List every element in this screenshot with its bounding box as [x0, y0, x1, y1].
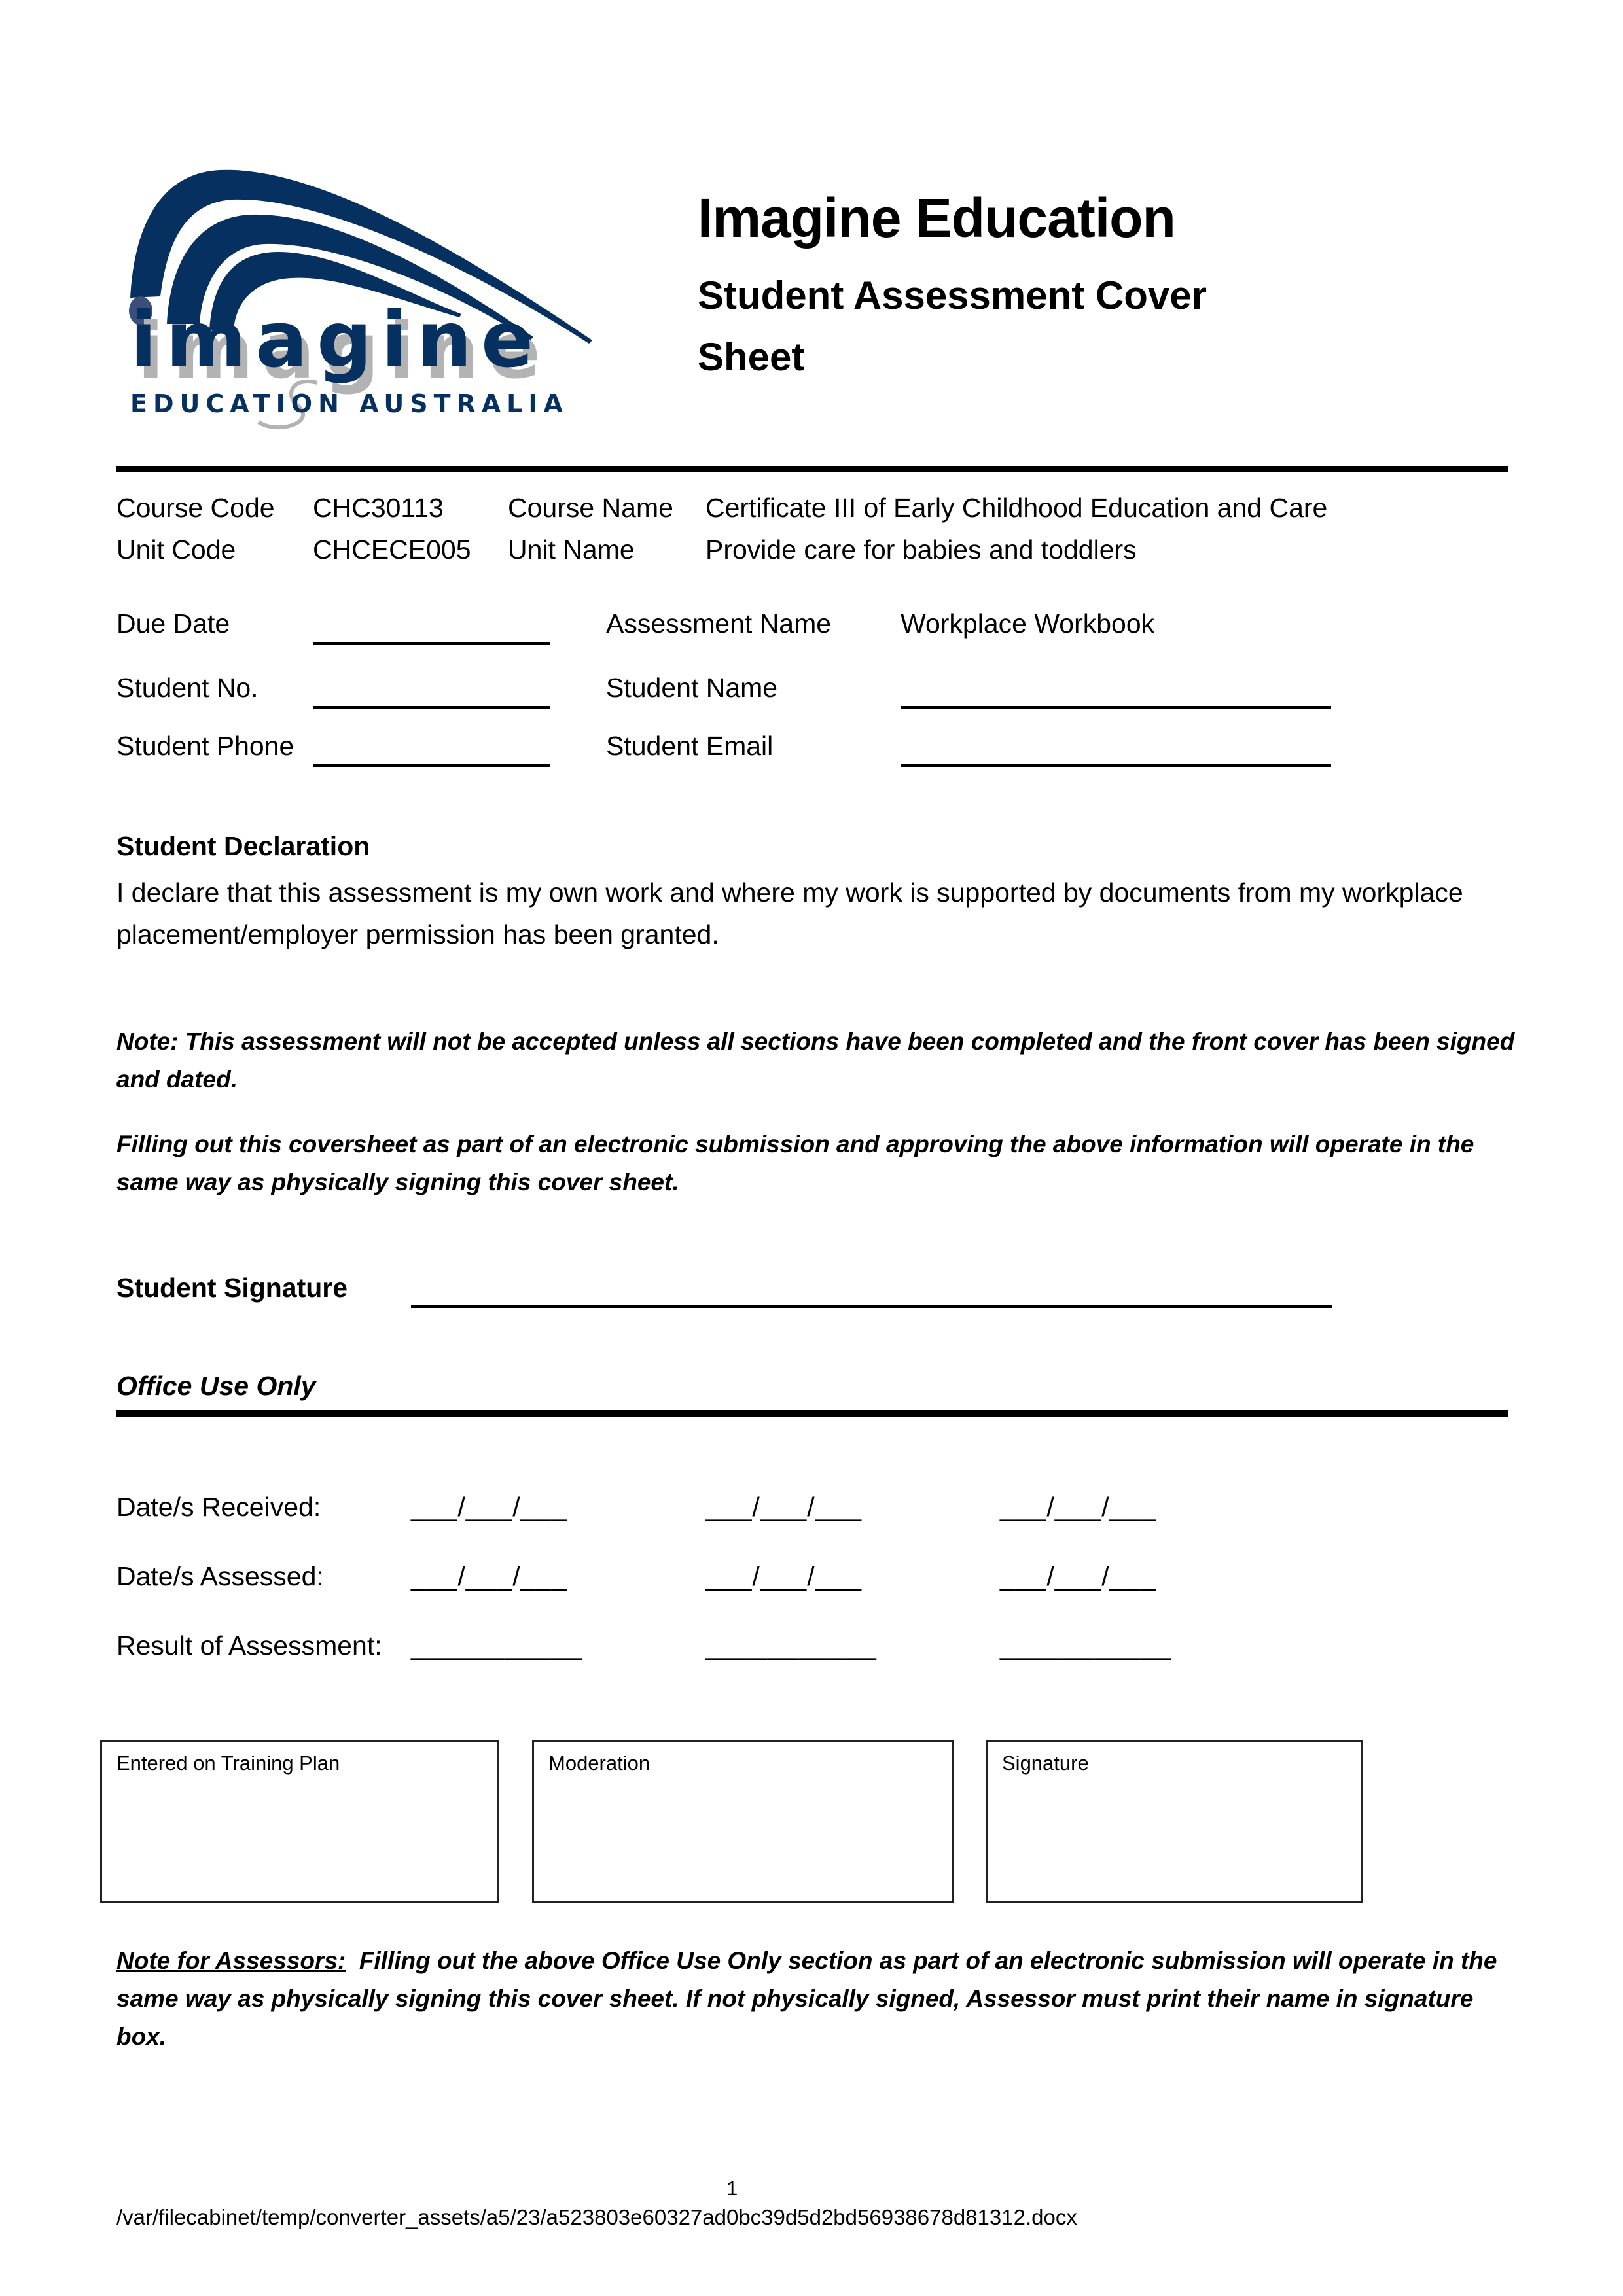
student-no-field[interactable] [313, 700, 550, 712]
assessment-name-label: Assessment Name [606, 609, 832, 639]
assessor-note-lead: Note for Assessors: [116, 1947, 346, 1974]
imagine-education-logo: imagine imagine EDUCATION AUSTRALIA [121, 147, 599, 432]
due-date-label: Due Date [116, 609, 230, 639]
assessment-name-value: Workplace Workbook [901, 609, 1155, 639]
student-signature-label: Student Signature [116, 1273, 348, 1303]
dates-assessed-label: Date/s Assessed: [116, 1561, 324, 1591]
student-phone-field[interactable] [313, 758, 550, 770]
student-email-underline [901, 764, 1331, 767]
result-2[interactable]: ___________ [705, 1631, 877, 1661]
student-email-label: Student Email [606, 731, 774, 761]
course-code-label: Course Code [116, 493, 275, 523]
date-received-2[interactable]: ___/___/___ [705, 1492, 862, 1523]
office-use-heading: Office Use Only [116, 1371, 316, 1401]
course-name-label: Course Name [508, 493, 673, 523]
due-date-field[interactable] [313, 636, 550, 648]
date-received-1[interactable]: ___/___/___ [411, 1492, 567, 1523]
declaration-text: I declare that this assessment is my own… [116, 877, 1463, 949]
logo-arcs-icon: imagine imagine EDUCATION AUSTRALIA [129, 169, 592, 430]
student-phone-label: Student Phone [116, 731, 294, 761]
header-divider [116, 466, 1508, 472]
dates-received-label: Date/s Received: [116, 1492, 321, 1522]
page-subtitle: Student Assessment Cover Sheet [698, 274, 1207, 379]
result-of-assessment-label: Result of Assessment: [116, 1631, 382, 1661]
unit-code-label: Unit Code [116, 535, 236, 565]
training-plan-box-label: Entered on Training Plan [116, 1752, 340, 1775]
office-use-divider [116, 1410, 1508, 1417]
date-received-3[interactable]: ___/___/___ [1000, 1492, 1156, 1523]
training-plan-box[interactable]: Entered on Training Plan [100, 1740, 499, 1903]
completion-note: Note: This assessment will not be accept… [116, 1028, 1515, 1093]
svg-text:imagine: imagine [130, 294, 543, 385]
result-1[interactable]: ___________ [411, 1631, 582, 1661]
page-number: 1 [726, 2177, 738, 2200]
assessor-signature-box-label: Signature [1002, 1752, 1089, 1775]
unit-name-value: Provide care for babies and toddlers [705, 535, 1137, 565]
student-no-label: Student No. [116, 673, 259, 703]
assessor-note: Note for Assessors: Filling out the abov… [116, 1942, 1524, 2056]
course-code-value: CHC30113 [313, 493, 444, 523]
declaration-heading: Student Declaration [116, 831, 370, 861]
date-assessed-2[interactable]: ___/___/___ [705, 1561, 862, 1592]
moderation-box-label: Moderation [548, 1752, 651, 1775]
date-assessed-3[interactable]: ___/___/___ [1000, 1561, 1156, 1592]
assessor-signature-box[interactable]: Signature [986, 1740, 1363, 1903]
student-signature-underline [411, 1305, 1332, 1308]
page-title: Imagine Education [698, 187, 1176, 249]
date-assessed-1[interactable]: ___/___/___ [411, 1561, 567, 1592]
student-phone-underline [313, 764, 550, 767]
student-name-underline [901, 706, 1331, 709]
student-name-label: Student Name [606, 673, 778, 703]
course-name-value: Certificate III of Early Childhood Educa… [705, 493, 1328, 523]
moderation-box[interactable]: Moderation [532, 1740, 954, 1903]
file-path: /var/filecabinet/temp/converter_assets/a… [116, 2205, 1077, 2229]
student-signature-field[interactable] [411, 1299, 1332, 1311]
result-3[interactable]: ___________ [1000, 1631, 1171, 1661]
student-name-field[interactable] [901, 700, 1331, 712]
electronic-submission-note: Filling out this coversheet as part of a… [116, 1131, 1474, 1195]
student-no-underline [313, 706, 550, 709]
student-email-field[interactable] [901, 758, 1331, 770]
due-date-underline [313, 642, 550, 645]
unit-code-value: CHCECE005 [313, 535, 471, 565]
unit-name-label: Unit Name [508, 535, 635, 565]
svg-text:EDUCATION AUSTRALIA: EDUCATION AUSTRALIA [130, 389, 569, 418]
